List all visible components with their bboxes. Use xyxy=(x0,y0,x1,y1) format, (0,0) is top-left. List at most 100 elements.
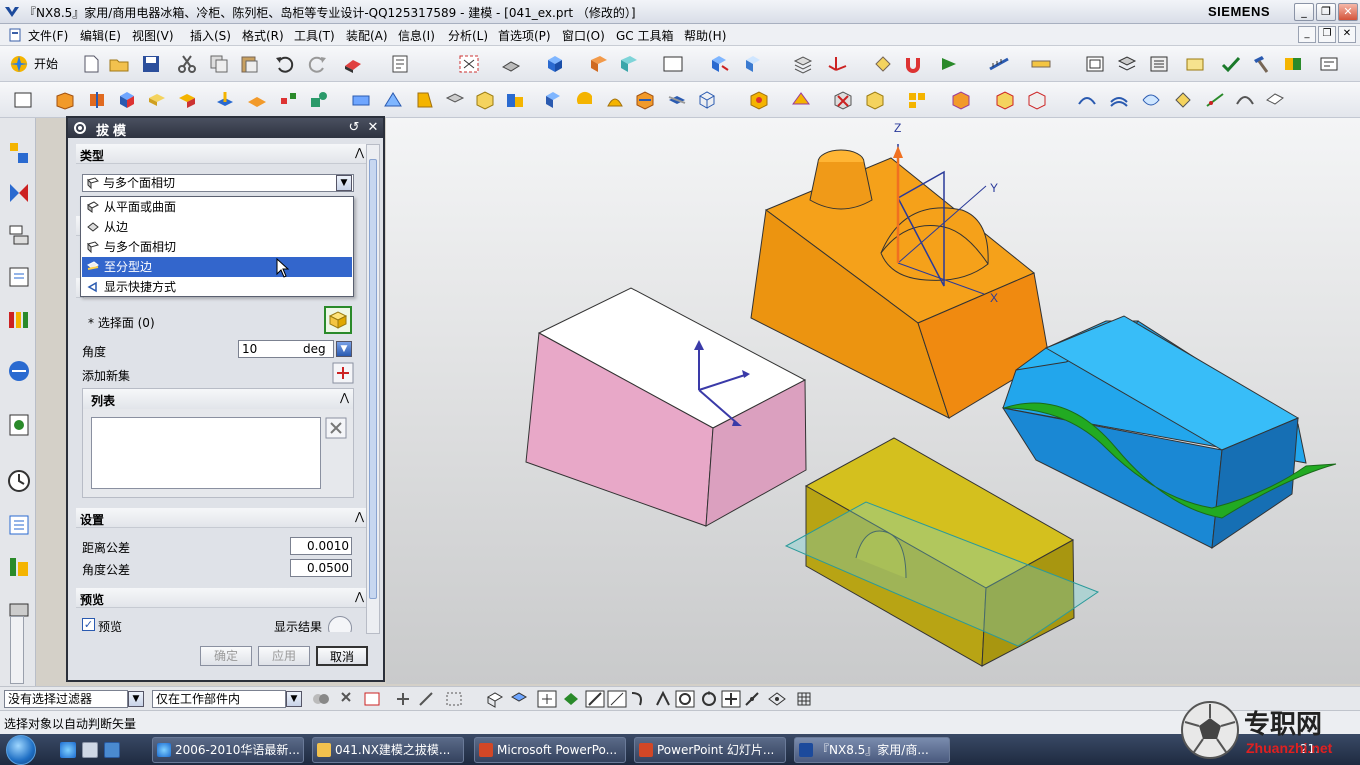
menu-tools[interactable]: 工具(T) xyxy=(294,27,335,44)
type-section-header[interactable]: 类型 ⋀ xyxy=(76,144,368,164)
save-icon[interactable] xyxy=(140,54,162,74)
gear-icon[interactable] xyxy=(72,120,88,136)
settings-section-header[interactable]: 设置 ⋀ xyxy=(76,508,368,528)
sketch-icon[interactable] xyxy=(12,90,34,110)
section-view-icon[interactable] xyxy=(742,54,764,74)
menu-window[interactable]: 窗口(O) xyxy=(562,27,605,44)
blue-block-with-parting-surface[interactable] xyxy=(1001,315,1337,550)
distance-tolerance-input[interactable]: 0.0010 xyxy=(290,537,352,555)
reuse-library-tab-icon[interactable] xyxy=(6,264,32,290)
type-filter-chevron-icon[interactable]: ▼ xyxy=(128,691,144,707)
snap-icon[interactable] xyxy=(392,689,414,709)
type-option-to-parting-edges[interactable]: 至分型边 xyxy=(82,257,352,277)
rendering-style-icon[interactable] xyxy=(500,54,522,74)
part-list-icon[interactable] xyxy=(1148,54,1170,74)
redo-icon[interactable] xyxy=(306,54,328,74)
magnet-icon[interactable] xyxy=(902,54,924,74)
shell-icon[interactable] xyxy=(444,90,466,110)
cylinder-icon[interactable] xyxy=(146,90,168,110)
wcs-icon[interactable] xyxy=(826,54,848,74)
menu-assemblies[interactable]: 装配(A) xyxy=(346,27,388,44)
list-collapse-icon[interactable]: ⋀ xyxy=(340,391,349,404)
copy-icon[interactable] xyxy=(208,54,230,74)
snap-intersection-icon[interactable] xyxy=(720,689,742,709)
snap-arc-icon[interactable] xyxy=(628,689,650,709)
history-palette-tab-icon[interactable] xyxy=(6,412,32,438)
task-nx[interactable]: 『NX8.5』家用/商... xyxy=(794,737,950,763)
select-face-cube-icon[interactable] xyxy=(324,306,352,334)
menu-information[interactable]: 信息(I) xyxy=(398,27,435,44)
reset-icon[interactable]: ↺ xyxy=(346,120,362,136)
snap-endpoint-icon[interactable] xyxy=(536,689,558,709)
cancel-button[interactable]: 取消 xyxy=(316,646,368,666)
remove-icon[interactable] xyxy=(325,417,347,439)
groove-icon[interactable] xyxy=(350,90,372,110)
snap-point-on-curve-icon[interactable] xyxy=(742,689,764,709)
snap-midpoint-icon[interactable] xyxy=(560,689,582,709)
menu-help[interactable]: 帮助(H) xyxy=(684,27,726,44)
start-button[interactable]: 开始 xyxy=(8,54,58,74)
system-materials-tab-icon[interactable] xyxy=(6,512,32,538)
menu-file[interactable]: 文件(F) xyxy=(28,27,68,44)
doc-restore-button[interactable]: ❐ xyxy=(1318,26,1336,43)
type-combo[interactable]: 与多个面相切 xyxy=(82,174,354,192)
scroll-thumb[interactable] xyxy=(369,159,377,599)
snap-curve-icon[interactable] xyxy=(606,689,628,709)
view-orient-icon[interactable] xyxy=(708,54,730,74)
pocket-icon[interactable] xyxy=(278,90,300,110)
show-shortcuts-option[interactable]: 显示快捷方式 xyxy=(82,277,352,297)
wire-cube-icon[interactable] xyxy=(696,90,718,110)
selection-priority-icon[interactable] xyxy=(938,54,960,74)
dialog-scrollbar[interactable] xyxy=(366,144,380,634)
dialog-close-icon[interactable]: ✕ xyxy=(365,120,381,136)
preview-collapse-icon[interactable]: ⋀ xyxy=(355,590,364,603)
snap-grid-icon[interactable] xyxy=(794,689,816,709)
doc-minimize-button[interactable]: _ xyxy=(1298,26,1316,43)
orange-block[interactable]: Z Y X xyxy=(750,121,1050,419)
undo-icon[interactable] xyxy=(274,54,296,74)
stack-icon[interactable] xyxy=(1116,54,1138,74)
edge-blend-icon[interactable] xyxy=(474,90,496,110)
snap-center-icon[interactable] xyxy=(652,689,674,709)
move-face-icon[interactable] xyxy=(994,90,1016,110)
web-browser-tab-icon[interactable] xyxy=(6,358,32,384)
fit-view-icon[interactable] xyxy=(458,54,480,74)
snap-line-icon[interactable] xyxy=(584,689,606,709)
boss-icon[interactable] xyxy=(246,90,268,110)
delete-face-icon[interactable] xyxy=(832,90,854,110)
preview-checkbox[interactable]: ✓ xyxy=(82,618,95,631)
menu-view[interactable]: 视图(V) xyxy=(132,27,174,44)
revolve-icon[interactable] xyxy=(86,90,108,110)
settings-collapse-icon[interactable]: ⋀ xyxy=(355,510,364,523)
close-button[interactable]: ✕ xyxy=(1338,3,1358,21)
layer-settings-icon[interactable] xyxy=(792,54,814,74)
cone-icon[interactable] xyxy=(176,90,198,110)
unite-icon[interactable] xyxy=(542,90,564,110)
offset-surface-icon[interactable] xyxy=(1264,90,1286,110)
face-color-icon[interactable] xyxy=(588,54,610,74)
offset-face-icon[interactable] xyxy=(790,90,812,110)
selection-scope-combo[interactable]: 仅在工作部件内 xyxy=(152,690,286,708)
information-icon[interactable] xyxy=(390,54,412,74)
pattern-face-icon[interactable] xyxy=(906,90,928,110)
resource-bar-scroll[interactable] xyxy=(10,616,24,684)
general-selection-filter-icon[interactable] xyxy=(310,689,332,709)
monitor-icon[interactable] xyxy=(104,742,120,758)
angle-menu-icon[interactable]: ▼ xyxy=(336,341,352,357)
type-option-from-plane[interactable]: 从平面或曲面 xyxy=(82,197,352,217)
selection-scope-chevron-icon[interactable]: ▼ xyxy=(286,691,302,707)
extrude-icon[interactable] xyxy=(54,90,76,110)
shaded-cube-icon[interactable] xyxy=(544,54,566,74)
menu-gc-toolkit[interactable]: GC 工具箱 xyxy=(616,27,674,44)
snap-quadrant-icon[interactable] xyxy=(698,689,720,709)
surface-grid-icon[interactable] xyxy=(1076,90,1098,110)
constraint-navigator-tab-icon[interactable] xyxy=(6,180,32,206)
rectangle-select-icon[interactable] xyxy=(444,689,466,709)
background-icon[interactable] xyxy=(662,54,684,74)
open-folder-icon[interactable] xyxy=(108,54,130,74)
task-folder[interactable]: 041.NX建模之拔模... xyxy=(312,737,464,763)
collapse-icon[interactable]: ⋀ xyxy=(355,146,364,159)
hd3d-tools-tab-icon[interactable] xyxy=(6,306,32,332)
pad-icon[interactable] xyxy=(308,90,330,110)
angle-tolerance-input[interactable]: 0.0500 xyxy=(290,559,352,577)
